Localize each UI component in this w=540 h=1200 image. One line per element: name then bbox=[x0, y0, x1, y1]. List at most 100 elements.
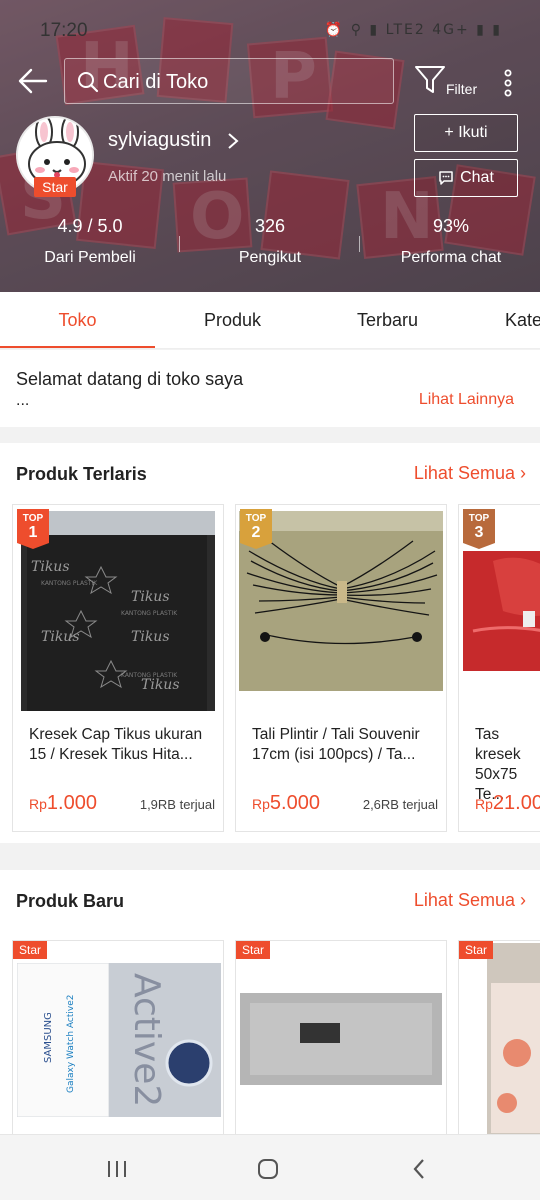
status-bar: 17:20 ⏰ ⚲ ▮ LTE2 4G+ ▮ ▮ bbox=[0, 0, 540, 62]
top-rank-number: 3 bbox=[474, 524, 484, 541]
home-icon[interactable] bbox=[256, 1157, 280, 1181]
recent-apps-icon[interactable] bbox=[106, 1159, 128, 1179]
product-image: SAMSUNG Galaxy Watch Active2 Active2 bbox=[17, 963, 221, 1117]
see-all-link[interactable]: Lihat Semua › bbox=[414, 463, 526, 484]
box-side-text: Active2 bbox=[126, 973, 167, 1107]
top-rank-number: 2 bbox=[251, 524, 261, 541]
product-image: Tikus Tikus Tikus Tikus Tikus KANTONG PL… bbox=[21, 511, 215, 711]
see-all-label: Lihat Semua bbox=[413, 463, 515, 483]
best-sellers-section: Produk Terlaris Lihat Semua › Tikus Tiku… bbox=[0, 443, 540, 843]
svg-text:Tikus: Tikus bbox=[41, 629, 80, 645]
stat-chat-performance: 93% Performa chat bbox=[381, 216, 521, 267]
product-card[interactable]: SAMSUNG Galaxy Watch Active2 Active2 Sta… bbox=[12, 940, 224, 1135]
chat-button[interactable]: Chat bbox=[414, 159, 518, 197]
star-seller-badge: Star bbox=[459, 941, 493, 959]
search-input[interactable] bbox=[103, 67, 383, 97]
price-value: 5.000 bbox=[269, 792, 320, 814]
top-rank-label: TOP bbox=[245, 513, 267, 524]
see-more-link[interactable]: Lihat Lainnya bbox=[419, 391, 514, 409]
price-value: 21.00 bbox=[492, 792, 540, 814]
stat-value: 4.9 / 5.0 bbox=[57, 216, 123, 236]
shop-stats: 4.9 / 5.0 Dari Pembeli 326 Pengikut 93% … bbox=[0, 216, 540, 276]
chat-icon bbox=[439, 171, 453, 185]
product-image bbox=[487, 943, 540, 1135]
svg-text:KANTONG PLASTIK: KANTONG PLASTIK bbox=[41, 580, 98, 587]
filter-button[interactable]: Filter bbox=[412, 64, 482, 104]
star-seller-badge: Star bbox=[13, 941, 47, 959]
product-price: Rp21.00 bbox=[475, 792, 540, 815]
tab-kategori[interactable]: Kategori bbox=[505, 292, 540, 348]
see-all-label: Lihat Semua bbox=[413, 890, 515, 910]
top-rank-badge: TOP 1 bbox=[17, 509, 49, 549]
product-card[interactable]: TOP 3 Tas kresek 50x75 Te... Rp21.00 bbox=[458, 504, 540, 832]
product-price: Rp1.000 bbox=[29, 792, 97, 815]
svg-text:Tikus: Tikus bbox=[131, 589, 170, 605]
see-all-link[interactable]: Lihat Semua › bbox=[414, 890, 526, 911]
stat-label: Pengikut bbox=[238, 249, 302, 266]
stat-value: 93% bbox=[432, 216, 470, 236]
currency: Rp bbox=[29, 796, 47, 812]
currency: Rp bbox=[252, 796, 270, 812]
top-rank-number: 1 bbox=[28, 524, 38, 541]
product-name: Tali Plintir / Tali Souvenir 17cm (isi 1… bbox=[252, 726, 420, 763]
star-seller-badge: Star bbox=[236, 941, 270, 959]
sold-count: 1,9RB terjual bbox=[139, 797, 215, 812]
svg-text:Tikus: Tikus bbox=[141, 677, 180, 693]
stat-label: Dari Pembeli bbox=[44, 249, 136, 266]
welcome-ellipsis: ... bbox=[16, 392, 30, 409]
follow-button[interactable]: + Ikuti bbox=[414, 114, 518, 152]
product-price: Rp5.000 bbox=[252, 792, 320, 815]
status-time: 17:20 bbox=[40, 20, 88, 41]
tab-terbaru[interactable]: Terbaru bbox=[310, 292, 465, 348]
chevron-right-icon[interactable] bbox=[226, 131, 240, 151]
back-icon[interactable] bbox=[410, 1157, 428, 1181]
kresek-brand-text: Tikus bbox=[31, 559, 70, 575]
top-rank-badge: TOP 2 bbox=[240, 509, 272, 549]
top-rank-label: TOP bbox=[468, 513, 490, 524]
system-nav-bar bbox=[0, 1134, 540, 1200]
stat-followers: 326 Pengikut bbox=[200, 216, 340, 267]
top-rank-label: TOP bbox=[22, 513, 44, 524]
shop-name[interactable]: sylviagustin bbox=[108, 129, 211, 152]
welcome-note: Selamat datang di toko saya ... Lihat La… bbox=[0, 350, 540, 427]
top-rank-badge: TOP 3 bbox=[463, 509, 495, 549]
welcome-title: Selamat datang di toko saya bbox=[16, 369, 244, 389]
product-card[interactable]: Star bbox=[458, 940, 540, 1135]
product-card[interactable]: TOP 2 Tali Plintir / Tali Souvenir 17cm … bbox=[235, 504, 447, 832]
currency: Rp bbox=[475, 796, 493, 812]
box-model-text: Galaxy Watch Active2 bbox=[66, 995, 76, 1093]
chat-label: Chat bbox=[460, 169, 494, 186]
stat-value: 326 bbox=[254, 216, 286, 236]
svg-text:KANTONG PLASTIK: KANTONG PLASTIK bbox=[121, 672, 178, 679]
product-name: Kresek Cap Tikus ukuran 15 / Kresek Tiku… bbox=[29, 726, 203, 763]
product-image bbox=[240, 993, 442, 1085]
new-products-section: Produk Baru Lihat Semua › SAMSUNG Galaxy… bbox=[0, 870, 540, 1135]
back-arrow-icon[interactable] bbox=[16, 64, 50, 98]
product-image bbox=[463, 551, 540, 671]
search-box[interactable] bbox=[64, 58, 394, 104]
box-brand-text: SAMSUNG bbox=[43, 1012, 54, 1063]
section-title: Produk Baru bbox=[16, 891, 125, 911]
svg-text:KANTONG PLASTIK: KANTONG PLASTIK bbox=[121, 610, 178, 617]
stat-label: Performa chat bbox=[400, 249, 502, 266]
sold-count: 2,6RB terjual bbox=[362, 797, 438, 812]
product-card[interactable]: Star bbox=[235, 940, 447, 1135]
chevron-right-icon: › bbox=[520, 890, 526, 910]
star-seller-badge: Star bbox=[34, 177, 76, 197]
filter-icon bbox=[415, 66, 445, 93]
tab-produk[interactable]: Produk bbox=[155, 292, 310, 348]
filter-label: Filter bbox=[446, 81, 478, 97]
shop-active-status: Aktif 20 menit lalu bbox=[108, 168, 227, 185]
search-icon bbox=[78, 72, 99, 93]
svg-text:Tikus: Tikus bbox=[131, 629, 170, 645]
shop-header: H P S O N 17:20 ⏰ ⚲ ▮ LTE2 4G+ ▮ ▮ Filte… bbox=[0, 0, 540, 292]
section-title: Produk Terlaris bbox=[16, 464, 147, 484]
stat-rating: 4.9 / 5.0 Dari Pembeli bbox=[20, 216, 160, 267]
tab-toko[interactable]: Toko bbox=[0, 292, 155, 348]
price-value: 1.000 bbox=[46, 792, 97, 814]
chevron-right-icon: › bbox=[520, 463, 526, 483]
more-options-icon[interactable] bbox=[498, 68, 518, 98]
product-card[interactable]: Tikus Tikus Tikus Tikus Tikus KANTONG PL… bbox=[12, 504, 224, 832]
status-icons: ⏰ ⚲ ▮ LTE2 4G+ ▮ ▮ bbox=[324, 22, 502, 38]
shop-tabs: Toko Produk Terbaru Kategori bbox=[0, 292, 540, 349]
